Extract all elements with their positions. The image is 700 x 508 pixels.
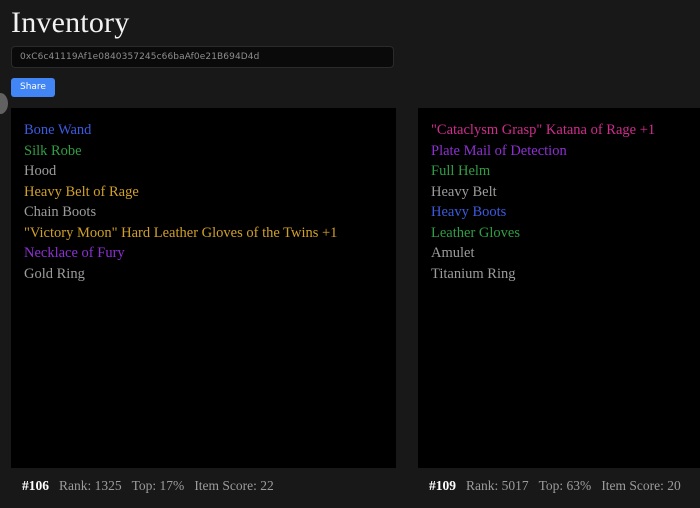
inventory-item[interactable]: Heavy Belt	[431, 182, 700, 203]
right-top-percent: Top: 63%	[539, 478, 592, 493]
inventory-item[interactable]: Silk Robe	[24, 141, 396, 162]
address-row	[0, 41, 700, 68]
inventory-item[interactable]: Heavy Boots	[431, 202, 700, 223]
inventory-item[interactable]: Plate Mail of Detection	[431, 141, 700, 162]
left-inventory-panel[interactable]: Bone WandSilk RobeHoodHeavy Belt of Rage…	[11, 108, 396, 468]
left-panel-stats: #106 Rank: 1325 Top: 17% Item Score: 22	[22, 478, 274, 494]
right-rank: Rank: 5017	[466, 478, 529, 493]
inventory-item[interactable]: Leather Gloves	[431, 223, 700, 244]
right-inventory-panel[interactable]: "Cataclysm Grasp" Katana of Rage +1Plate…	[418, 108, 700, 468]
wallet-address-input[interactable]	[11, 46, 394, 68]
inventory-item[interactable]: Hood	[24, 161, 396, 182]
inventory-item[interactable]: Necklace of Fury	[24, 243, 396, 264]
inventory-item[interactable]: "Victory Moon" Hard Leather Gloves of th…	[24, 223, 396, 244]
left-rank-id: #106	[22, 478, 49, 493]
inventory-item[interactable]: Full Helm	[431, 161, 700, 182]
right-item-score: Item Score: 20	[601, 478, 680, 493]
left-item-score: Item Score: 22	[194, 478, 273, 493]
right-rank-id: #109	[429, 478, 456, 493]
inventory-item[interactable]: Chain Boots	[24, 202, 396, 223]
share-button[interactable]: Share	[11, 78, 55, 97]
inventory-item[interactable]: Gold Ring	[24, 264, 396, 285]
inventory-item[interactable]: "Cataclysm Grasp" Katana of Rage +1	[431, 120, 700, 141]
inventory-item[interactable]: Amulet	[431, 243, 700, 264]
share-row: Share	[0, 68, 700, 97]
inventory-item[interactable]: Bone Wand	[24, 120, 396, 141]
right-panel-stats: #109 Rank: 5017 Top: 63% Item Score: 20	[429, 478, 681, 494]
left-top-percent: Top: 17%	[132, 478, 185, 493]
inventory-item[interactable]: Heavy Belt of Rage	[24, 182, 396, 203]
right-item-list: "Cataclysm Grasp" Katana of Rage +1Plate…	[431, 120, 700, 284]
left-item-list: Bone WandSilk RobeHoodHeavy Belt of Rage…	[24, 120, 396, 284]
inventory-stats: #106 Rank: 1325 Top: 17% Item Score: 22 #10…	[0, 478, 700, 508]
inventory-item[interactable]: Titanium Ring	[431, 264, 700, 285]
page-title: Inventory	[0, 0, 700, 41]
inventory-panels: Bone WandSilk RobeHoodHeavy Belt of Rage…	[0, 108, 700, 468]
left-rank: Rank: 1325	[59, 478, 122, 493]
